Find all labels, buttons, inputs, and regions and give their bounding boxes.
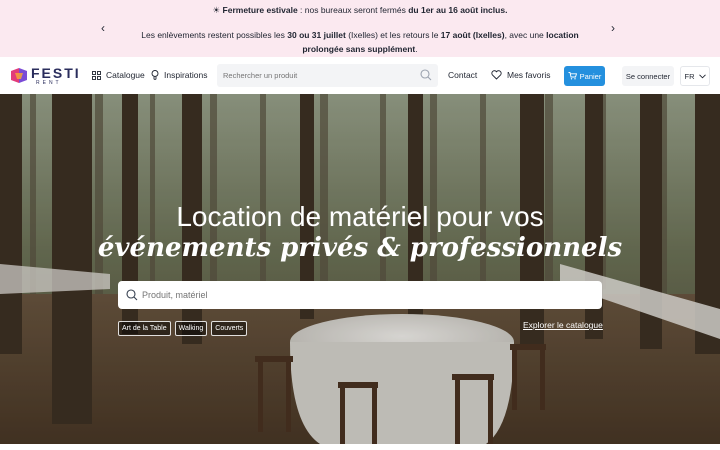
nav-contact-label: Contact — [448, 70, 478, 80]
site-header: FESTI RENT Catalogue Inspirations Contac… — [0, 57, 720, 94]
next-announcement-arrow[interactable]: › — [611, 22, 615, 34]
announcement-text-1: : nos bureaux seront fermés — [297, 5, 409, 15]
chevron-down-icon — [698, 73, 706, 78]
logo-mark-icon — [11, 68, 27, 83]
language-label: FR — [684, 71, 695, 81]
nav-inspirations[interactable]: Inspirations — [151, 69, 207, 81]
hero-search[interactable] — [118, 281, 602, 309]
announcement-line-1: ☀ Fermeture estivale : nos bureaux seron… — [0, 5, 720, 16]
popular-tags: Art de la Table Walking Couverts — [118, 321, 248, 336]
nav-favorites[interactable]: Mes favoris — [491, 69, 550, 81]
announcement-part: , avec une — [504, 30, 547, 40]
forest-banquet-image — [0, 94, 720, 444]
tag-walking[interactable]: Walking — [174, 321, 208, 336]
login-button[interactable]: Se connecter — [622, 66, 674, 86]
previous-announcement-arrow[interactable]: ‹ — [101, 22, 105, 34]
sun-icon: ☀ — [212, 5, 221, 15]
festi-rent-logo[interactable]: FESTI RENT — [10, 65, 82, 87]
explore-catalogue-link[interactable]: Explorer le catalogue — [523, 320, 603, 331]
language-selector[interactable]: FR — [680, 66, 710, 86]
announcement-bold: 17 août (Ixelles) — [440, 30, 505, 40]
nav-inspirations-label: Inspirations — [164, 70, 208, 80]
logo-text: FESTI — [31, 65, 81, 81]
announcement-bold-1: Fermeture estivale — [222, 5, 298, 15]
hero-search-input[interactable] — [142, 287, 582, 303]
heart-icon — [491, 70, 502, 80]
announcement-part: Les enlèvements restent possibles les — [141, 30, 288, 40]
nav-catalogue-label: Catalogue — [106, 70, 145, 80]
tag-couverts[interactable]: Couverts — [211, 321, 248, 336]
logo-subtext: RENT — [36, 80, 62, 86]
announcement-line-2: Les enlèvements restent possibles les 30… — [120, 28, 600, 56]
grid-icon — [92, 70, 101, 80]
cart-label: Panier — [579, 71, 602, 81]
hero-title: Location de matériel pour vos événements… — [0, 202, 720, 264]
announcement-bold: 30 ou 31 juillet — [287, 30, 346, 40]
login-label: Se connecter — [625, 71, 671, 81]
nav-catalogue[interactable]: Catalogue — [92, 69, 145, 81]
hero-section: Location de matériel pour vos événements… — [0, 94, 720, 444]
search-icon — [126, 289, 138, 301]
cart-button[interactable]: Panier — [564, 66, 605, 86]
lightbulb-icon — [151, 70, 159, 80]
hero-title-line-2: événements privés & professionnels — [97, 233, 623, 263]
cart-icon — [568, 72, 577, 80]
search-icon[interactable] — [420, 69, 432, 81]
hero-title-line-1: Location de matériel pour vos — [176, 201, 544, 232]
nav-favorites-label: Mes favoris — [507, 70, 551, 80]
announcement-part: . — [415, 44, 418, 54]
tag-art-de-la-table[interactable]: Art de la Table — [118, 321, 171, 336]
announcement-bar: ☀ Fermeture estivale : nos bureaux seron… — [0, 0, 720, 57]
nav-contact[interactable]: Contact — [448, 69, 477, 81]
announcement-part: (Ixelles) et les retours le — [345, 30, 441, 40]
header-search-input[interactable] — [223, 68, 413, 83]
announcement-bold-2: du 1er au 16 août inclus. — [408, 5, 508, 15]
header-search[interactable] — [217, 64, 438, 87]
